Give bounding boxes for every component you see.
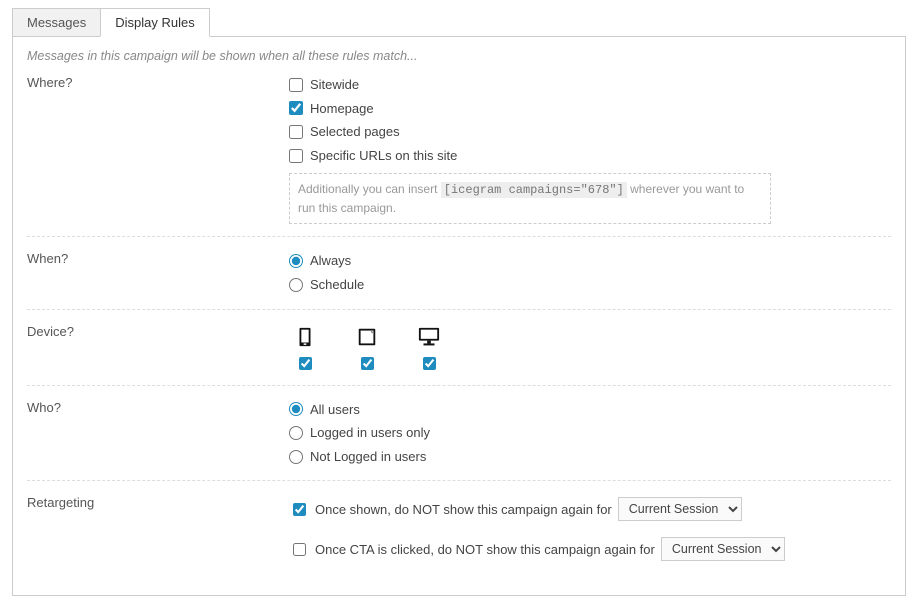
mobile-icon [294, 326, 316, 348]
who-logged-in-text: Logged in users only [310, 425, 430, 441]
retarget-once-shown-checkbox[interactable] [293, 503, 306, 516]
who-label: Who? [27, 398, 289, 469]
retargeting-label: Retargeting [27, 493, 289, 565]
device-desktop-checkbox[interactable] [423, 357, 436, 370]
device-mobile [289, 326, 321, 373]
where-label: Where? [27, 73, 289, 224]
rule-where: Where? Sitewide Homepage Selected pages … [27, 73, 891, 236]
who-all-option[interactable]: All users [289, 398, 891, 422]
where-hint-code: [icegram campaigns="678"] [441, 182, 627, 198]
retarget-once-shown-text: Once shown, do NOT show this campaign ag… [315, 502, 612, 517]
retarget-once-shown-row: Once shown, do NOT show this campaign ag… [289, 493, 891, 525]
retarget-once-cta-row: Once CTA is clicked, do NOT show this ca… [289, 533, 891, 565]
when-schedule-radio[interactable] [289, 278, 303, 292]
rule-retargeting: Retargeting Once shown, do NOT show this… [27, 480, 891, 577]
rule-who: Who? All users Logged in users only Not … [27, 385, 891, 481]
where-selected-pages-option[interactable]: Selected pages [289, 120, 891, 144]
display-rules-panel: Messages in this campaign will be shown … [12, 36, 906, 596]
retarget-once-cta-select[interactable]: Current Session [661, 537, 785, 561]
when-always-text: Always [310, 253, 351, 269]
where-selected-pages-text: Selected pages [310, 124, 400, 140]
rule-when: When? Always Schedule [27, 236, 891, 308]
retarget-once-cta-checkbox[interactable] [293, 543, 306, 556]
when-schedule-text: Schedule [310, 277, 364, 293]
device-desktop [413, 326, 445, 373]
desktop-icon [417, 326, 441, 348]
tablet-icon [356, 326, 378, 348]
who-not-logged-radio[interactable] [289, 450, 303, 464]
where-specific-urls-option[interactable]: Specific URLs on this site [289, 144, 891, 168]
when-always-radio[interactable] [289, 254, 303, 268]
retarget-once-cta-text: Once CTA is clicked, do NOT show this ca… [315, 542, 655, 557]
device-mobile-checkbox[interactable] [299, 357, 312, 370]
where-sitewide-text: Sitewide [310, 77, 359, 93]
who-all-radio[interactable] [289, 402, 303, 416]
tab-bar: Messages Display Rules [12, 8, 906, 37]
retarget-once-shown-select[interactable]: Current Session [618, 497, 742, 521]
who-logged-in-option[interactable]: Logged in users only [289, 421, 891, 445]
who-not-logged-option[interactable]: Not Logged in users [289, 445, 891, 469]
where-sitewide-checkbox[interactable] [289, 78, 303, 92]
who-not-logged-text: Not Logged in users [310, 449, 426, 465]
where-homepage-option[interactable]: Homepage [289, 97, 891, 121]
where-hint: Additionally you can insert [icegram cam… [289, 173, 771, 224]
who-logged-in-radio[interactable] [289, 426, 303, 440]
tab-display-rules[interactable]: Display Rules [100, 8, 209, 37]
when-label: When? [27, 249, 289, 296]
intro-text: Messages in this campaign will be shown … [27, 47, 891, 73]
where-specific-urls-text: Specific URLs on this site [310, 148, 457, 164]
where-specific-urls-checkbox[interactable] [289, 149, 303, 163]
where-homepage-text: Homepage [310, 101, 374, 117]
where-selected-pages-checkbox[interactable] [289, 125, 303, 139]
tab-messages[interactable]: Messages [12, 8, 101, 37]
device-label: Device? [27, 322, 289, 373]
when-schedule-option[interactable]: Schedule [289, 273, 891, 297]
where-hint-pre: Additionally you can insert [298, 182, 437, 196]
where-sitewide-option[interactable]: Sitewide [289, 73, 891, 97]
rule-device: Device? [27, 309, 891, 385]
device-tablet [351, 326, 383, 373]
device-tablet-checkbox[interactable] [361, 357, 374, 370]
when-always-option[interactable]: Always [289, 249, 891, 273]
who-all-text: All users [310, 402, 360, 418]
where-homepage-checkbox[interactable] [289, 101, 303, 115]
